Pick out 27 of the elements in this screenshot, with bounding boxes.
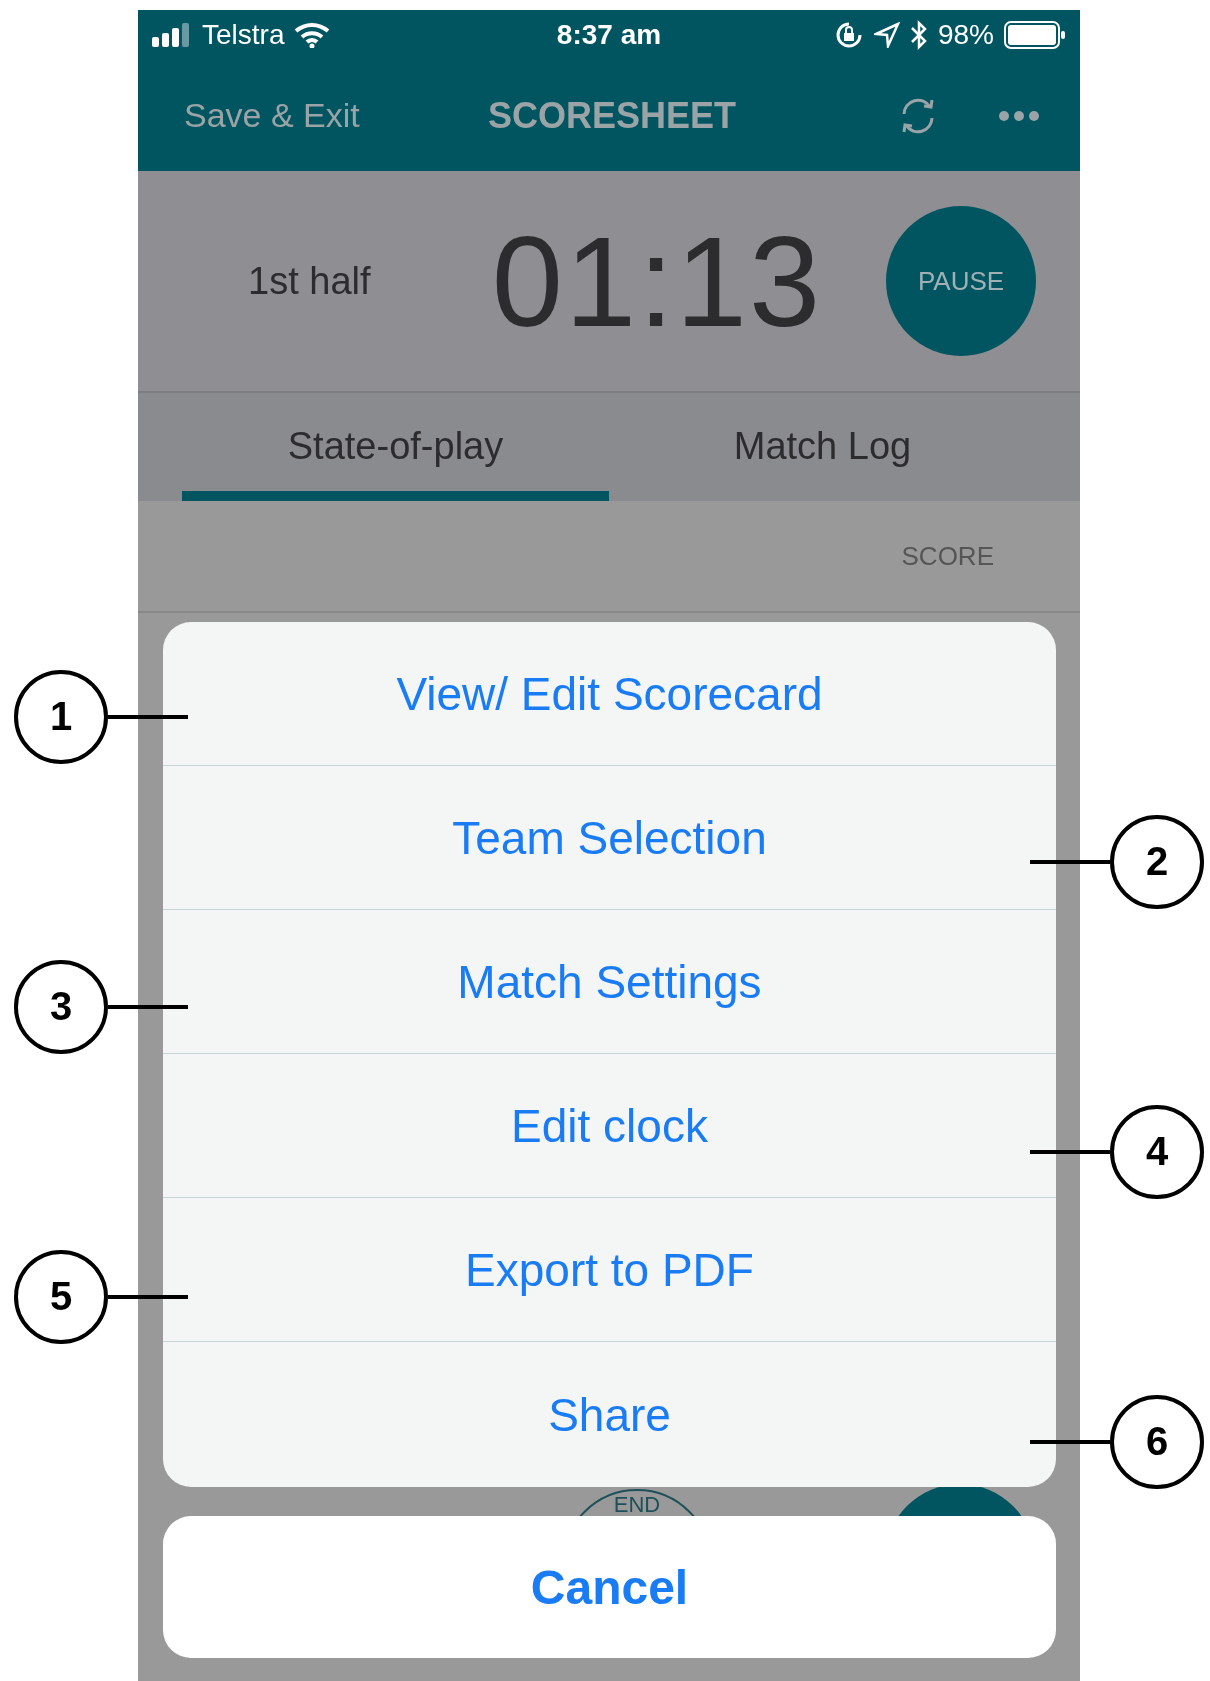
carrier-name: Telstra bbox=[202, 19, 285, 51]
location-arrow-icon bbox=[873, 22, 900, 48]
bluetooth-icon bbox=[909, 20, 928, 50]
action-sheet-item[interactable]: Match Settings bbox=[163, 910, 1056, 1054]
pause-button[interactable]: PAUSE bbox=[886, 206, 1036, 356]
wifi-icon bbox=[294, 22, 331, 48]
screen-title: SCORESHEET bbox=[486, 94, 737, 137]
callout-number: 3 bbox=[14, 959, 108, 1054]
match-clock: 01:13 bbox=[490, 208, 824, 355]
action-sheet-item[interactable]: Export to PDF bbox=[163, 1198, 1056, 1342]
callout-number: 6 bbox=[1110, 1394, 1204, 1489]
tab[interactable]: Match Log bbox=[609, 393, 1036, 501]
callout-number: 2 bbox=[1110, 814, 1204, 909]
action-sheet-item[interactable]: Share bbox=[163, 1342, 1056, 1487]
battery-percentage: 98% bbox=[937, 19, 994, 51]
status-time: 8:37 am bbox=[556, 19, 662, 51]
battery-icon bbox=[1004, 20, 1066, 50]
match-period: 1st half bbox=[248, 259, 372, 303]
more-icon[interactable] bbox=[998, 109, 1040, 122]
action-sheet-item[interactable]: View/ Edit Scorecard bbox=[163, 622, 1056, 766]
callout-number: 4 bbox=[1110, 1104, 1204, 1199]
score-header: SCORE bbox=[901, 540, 994, 572]
callout-number: 1 bbox=[14, 669, 108, 764]
callout-number: 5 bbox=[14, 1249, 108, 1344]
cancel-button[interactable]: Cancel bbox=[163, 1516, 1056, 1658]
signal-icon bbox=[152, 23, 192, 47]
save-exit-link[interactable]: Save & Exit bbox=[184, 96, 470, 135]
